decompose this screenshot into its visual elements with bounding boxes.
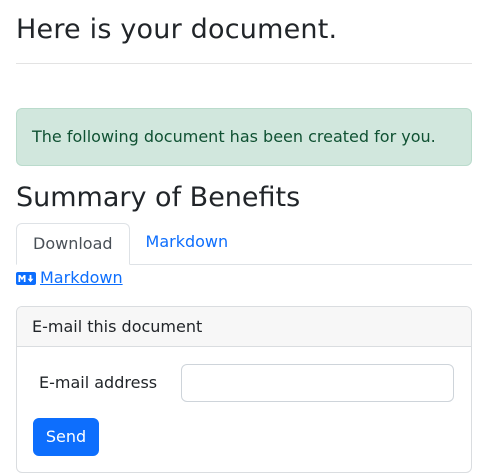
alert-message: The following document has been created … [32,127,436,146]
page-container: Here is your document. The following doc… [0,0,488,473]
email-card-body: E-mail address Send [17,347,471,472]
send-button[interactable]: Send [33,417,99,456]
title-divider [16,63,472,64]
page-title: Here is your document. [16,14,338,45]
email-card-header: E-mail this document [17,306,471,347]
tab-markdown[interactable]: Markdown [130,222,245,264]
document-title: Summary of Benefits [16,182,301,213]
tab-bar: Download Markdown [16,223,472,265]
email-input[interactable] [181,363,454,402]
markdown-icon [16,271,36,285]
email-card: E-mail this document E-mail address Send [16,305,472,473]
success-alert: The following document has been created … [16,108,472,166]
markdown-download-link[interactable]: Markdown [16,268,123,288]
email-label: E-mail address [39,372,158,392]
markdown-link-label: Markdown [40,268,123,287]
tab-download[interactable]: Download [16,223,130,265]
